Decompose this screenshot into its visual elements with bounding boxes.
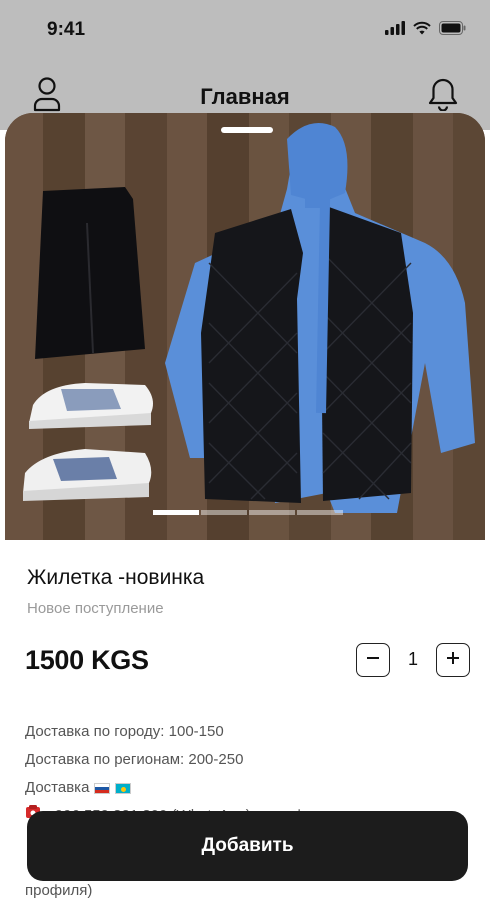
delivery-regions-line: Доставка по регионам: 200-250 (25, 746, 465, 774)
russia-flag-icon (94, 782, 111, 794)
product-photo (5, 113, 485, 540)
wifi-icon (413, 21, 431, 40)
status-time: 9:41 (47, 19, 86, 40)
product-price: 1500 KGS (25, 645, 149, 675)
increase-quantity-button[interactable] (436, 643, 470, 677)
decrease-quantity-button[interactable] (356, 643, 390, 677)
delivery-countries-line: Доставка (25, 774, 465, 802)
delivery-city-text: Доставка по городу: 100-150 (25, 723, 224, 740)
minus-icon (365, 650, 381, 671)
carousel-dot[interactable] (297, 510, 343, 515)
plus-icon (445, 650, 461, 671)
carousel-dot[interactable] (201, 510, 247, 515)
carousel-dot[interactable] (153, 510, 199, 515)
quantity-value: 1 (407, 649, 418, 669)
product-name: Жилетка -новинка (27, 566, 205, 589)
kazakhstan-flag-icon (115, 782, 132, 794)
battery-icon (439, 21, 466, 40)
carousel-indicator (153, 510, 343, 515)
drag-handle[interactable] (221, 127, 273, 133)
page-title: Главная (200, 84, 290, 109)
add-to-cart-button[interactable]: Добавить (27, 811, 468, 881)
signal-icon (385, 21, 405, 40)
status-bar: 9:41 (0, 0, 490, 60)
product-image-carousel[interactable] (5, 113, 485, 540)
status-icons (385, 21, 466, 40)
delivery-countries-text: Доставка (25, 779, 90, 796)
carousel-dot[interactable] (249, 510, 295, 515)
notifications-button[interactable] (423, 76, 463, 116)
top-header-area: 9:41 Главная (0, 0, 490, 130)
delivery-regions-text: Доставка по регионам: 200-250 (25, 751, 244, 768)
quantity-stepper: 1 (356, 643, 470, 679)
bell-icon (428, 77, 458, 116)
delivery-city-line: Доставка по городу: 100-150 (25, 718, 465, 746)
info-partial-text: профиля) (25, 882, 93, 899)
product-subtitle: Новое поступление (27, 600, 164, 617)
